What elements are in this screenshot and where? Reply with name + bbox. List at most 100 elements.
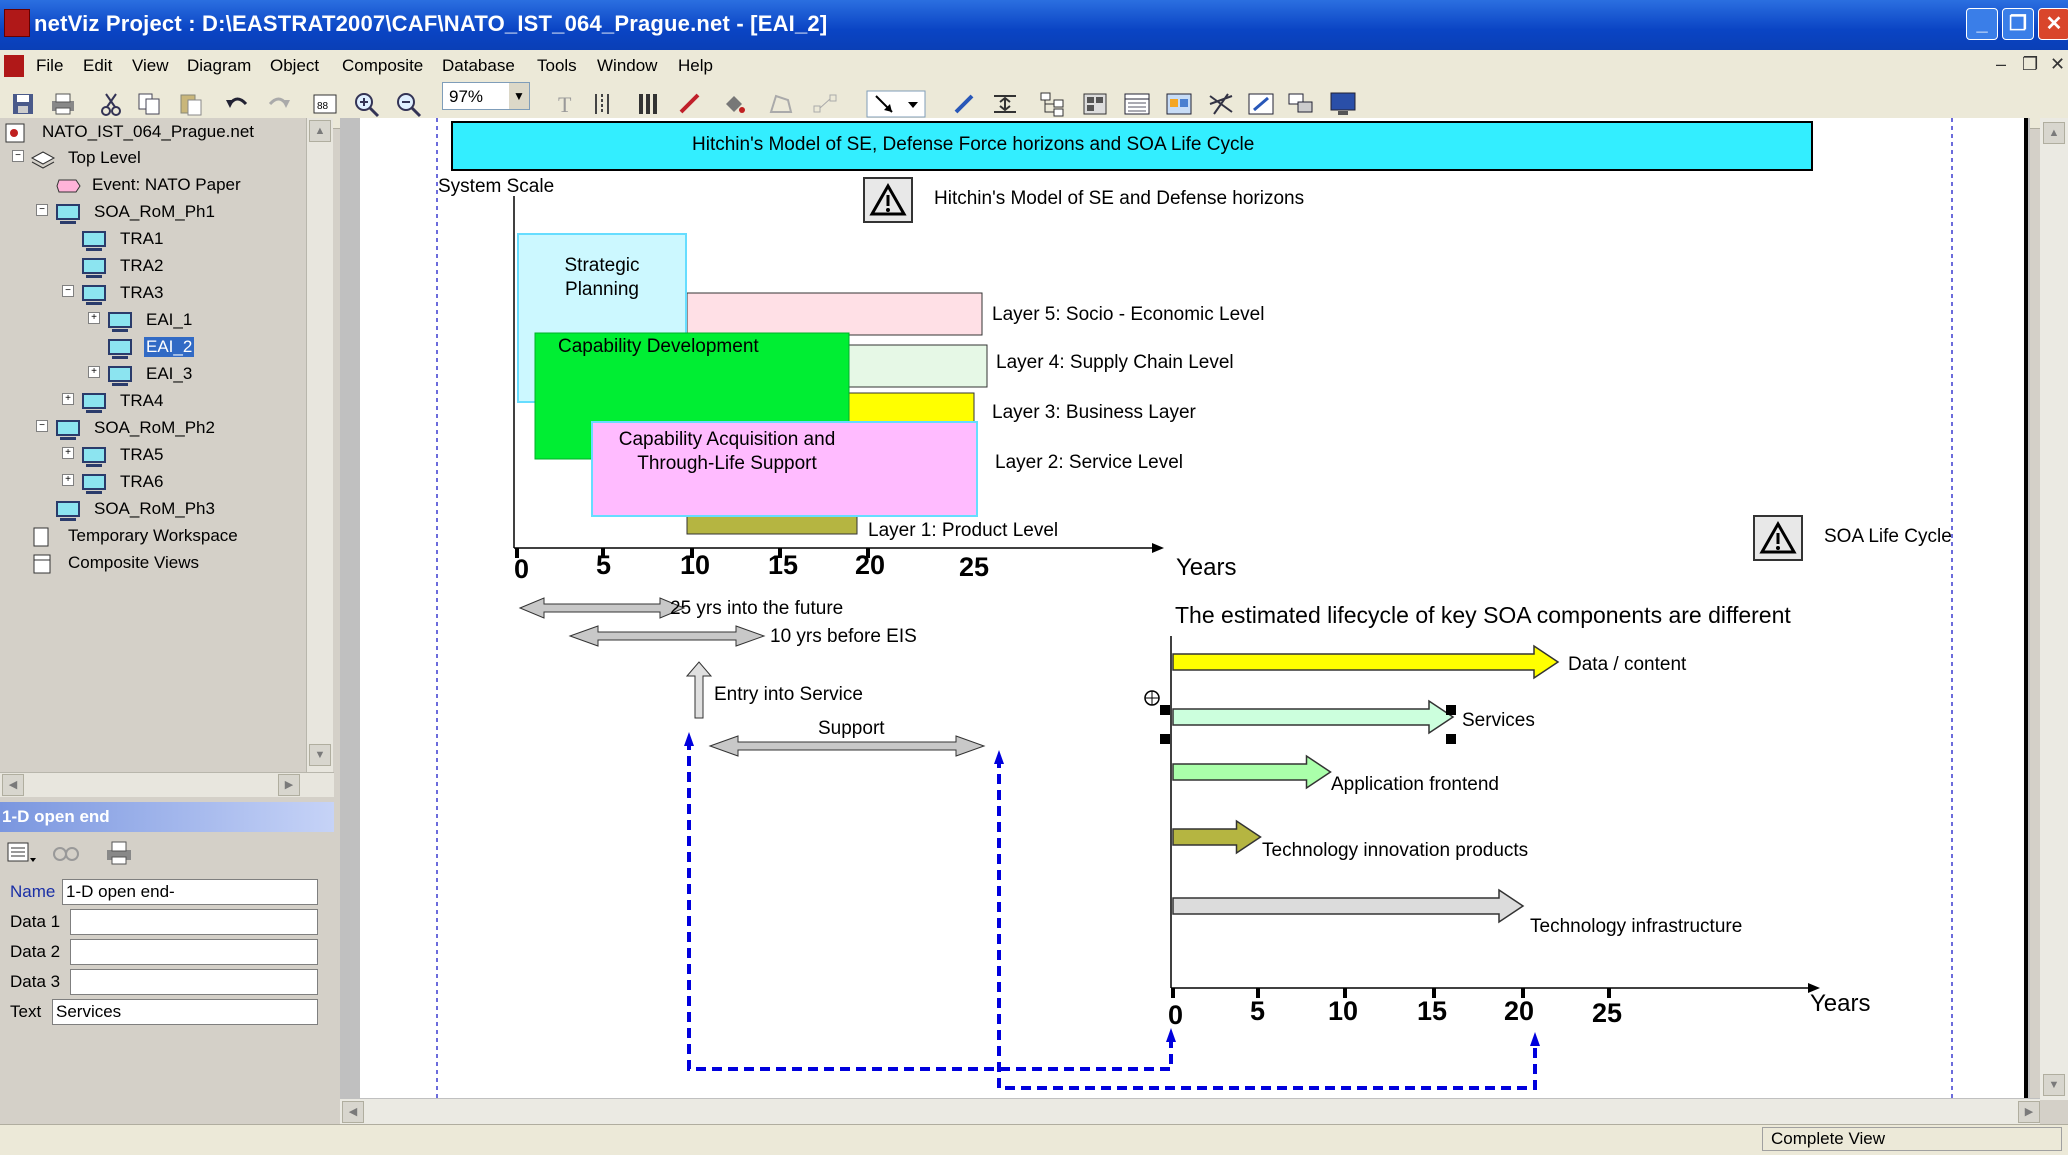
columns-icon[interactable]: [634, 90, 664, 118]
print-icon[interactable]: [48, 90, 78, 118]
grid-icon[interactable]: [1080, 90, 1110, 118]
redo-icon[interactable]: [264, 90, 294, 118]
menu-composite[interactable]: Composite: [342, 56, 423, 76]
properties-icon[interactable]: [1164, 90, 1194, 118]
edit-icon[interactable]: [1246, 90, 1276, 118]
expand-icon[interactable]: +: [62, 474, 74, 486]
tree-horizontal-scrollbar[interactable]: ◀ ▶: [0, 772, 334, 797]
properties-header: 1-D open end: [0, 802, 334, 832]
soa-component-arrow: [1172, 819, 1262, 855]
expand-icon[interactable]: +: [88, 312, 100, 324]
diagram-icon: [82, 231, 106, 251]
layer1-label: Layer 1: Product Level: [868, 520, 1059, 541]
menu-tools[interactable]: Tools: [537, 56, 577, 76]
layout-icon[interactable]: [990, 90, 1020, 118]
link-icon[interactable]: [950, 90, 980, 118]
scroll-right-icon[interactable]: ▶: [278, 774, 300, 796]
scroll-down-icon[interactable]: ▼: [2043, 1074, 2065, 1096]
copy-icon[interactable]: [134, 90, 164, 118]
menu-help[interactable]: Help: [678, 56, 713, 76]
scroll-right-icon[interactable]: ▶: [2018, 1101, 2040, 1123]
fit-page-icon[interactable]: 88: [310, 90, 340, 118]
text-field[interactable]: Services: [52, 999, 318, 1025]
properties-toolbar: [0, 834, 334, 874]
display-icon[interactable]: [1328, 90, 1358, 118]
canvas-horizontal-scrollbar[interactable]: ◀ ▶: [340, 1098, 2040, 1125]
app-icon[interactable]: [4, 9, 30, 37]
align-icon[interactable]: [590, 90, 620, 118]
scroll-left-icon[interactable]: ◀: [2, 774, 24, 796]
hierarchy-icon[interactable]: [1038, 90, 1068, 118]
soa-component-label: Services: [1462, 710, 1535, 731]
close-button[interactable]: ✕: [2038, 8, 2068, 40]
menu-file[interactable]: File: [36, 56, 63, 76]
list-icon[interactable]: [6, 840, 38, 866]
cut-icon[interactable]: [96, 90, 126, 118]
diagram-icon: [56, 501, 80, 521]
mdi-minimize-icon[interactable]: –: [1996, 54, 2006, 75]
pointer-select[interactable]: [866, 90, 926, 118]
mdi-restore-icon[interactable]: ❐: [2022, 54, 2038, 75]
expand-icon[interactable]: +: [62, 393, 74, 405]
zoom-out-icon[interactable]: [394, 90, 424, 118]
diagram-icon: [82, 285, 106, 305]
scroll-up-icon[interactable]: ▲: [309, 120, 331, 142]
network-icon[interactable]: [1206, 90, 1236, 118]
collapse-icon[interactable]: −: [62, 285, 74, 297]
collapse-icon[interactable]: −: [36, 420, 48, 432]
collapse-icon[interactable]: −: [12, 150, 24, 162]
fill-color-icon[interactable]: [720, 90, 750, 118]
hitchin-title: Hitchin's Model of SE and Defense horizo…: [934, 188, 1305, 209]
menu-view[interactable]: View: [132, 56, 169, 76]
document-icon[interactable]: [4, 55, 24, 77]
x-tick-label: 25: [959, 552, 990, 582]
soa-tick-label: 15: [1417, 996, 1448, 1026]
expand-icon[interactable]: +: [62, 447, 74, 459]
view-mode-status: Complete View: [1762, 1127, 2062, 1151]
x-axis-arrow: [1152, 543, 1164, 553]
collapse-icon[interactable]: −: [36, 204, 48, 216]
mdi-close-icon[interactable]: ✕: [2050, 54, 2065, 75]
zoom-select[interactable]: 97% ▼: [442, 82, 530, 110]
soa-title: SOA Life Cycle: [1824, 526, 1952, 547]
data1-field[interactable]: [70, 909, 318, 935]
scroll-left-icon[interactable]: ◀: [342, 1101, 364, 1123]
text-tool-icon[interactable]: T: [552, 90, 582, 118]
paste-icon[interactable]: [176, 90, 206, 118]
scroll-up-icon[interactable]: ▲: [2043, 122, 2065, 144]
shape-icon[interactable]: [766, 90, 796, 118]
expand-icon[interactable]: +: [88, 366, 100, 378]
list-view-icon[interactable]: [1122, 90, 1152, 118]
print-icon[interactable]: [104, 838, 134, 868]
soa-component-arrow: [1172, 644, 1560, 680]
minimize-button[interactable]: _: [1966, 8, 1998, 40]
soa-component-arrow: [1172, 888, 1525, 924]
undo-icon[interactable]: [222, 90, 252, 118]
chevron-down-icon[interactable]: ▼: [509, 83, 529, 109]
save-icon[interactable]: [8, 90, 38, 118]
menu-bar: File Edit View Diagram Object Composite …: [0, 50, 2068, 82]
menu-diagram[interactable]: Diagram: [187, 56, 251, 76]
menu-edit[interactable]: Edit: [83, 56, 112, 76]
menu-database[interactable]: Database: [442, 56, 515, 76]
tree-vertical-scrollbar[interactable]: ▲ ▼: [306, 118, 333, 774]
diagram-canvas[interactable]: Hitchin's Model of SE, Defense Force hor…: [360, 118, 2028, 1098]
composite-icon[interactable]: [1286, 90, 1316, 118]
svg-text:T: T: [558, 92, 572, 117]
data3-field[interactable]: [70, 969, 318, 995]
menu-window[interactable]: Window: [597, 56, 657, 76]
menu-object[interactable]: Object: [270, 56, 319, 76]
restore-button[interactable]: ❐: [2002, 8, 2034, 40]
scroll-down-icon[interactable]: ▼: [309, 744, 331, 766]
canvas-vertical-scrollbar[interactable]: ▲ ▼: [2040, 118, 2068, 1100]
support-label: Support: [818, 718, 885, 739]
zoom-value: 97%: [449, 87, 484, 106]
line-color-icon[interactable]: [676, 90, 706, 118]
binoculars-icon[interactable]: [52, 842, 86, 864]
data2-field[interactable]: [70, 939, 318, 965]
connect-icon[interactable]: [810, 90, 840, 118]
diagram-icon: [82, 393, 106, 413]
zoom-in-icon[interactable]: [352, 90, 382, 118]
soa-component-label: Technology infrastructure: [1530, 916, 1743, 937]
name-field[interactable]: 1-D open end-: [62, 879, 318, 905]
